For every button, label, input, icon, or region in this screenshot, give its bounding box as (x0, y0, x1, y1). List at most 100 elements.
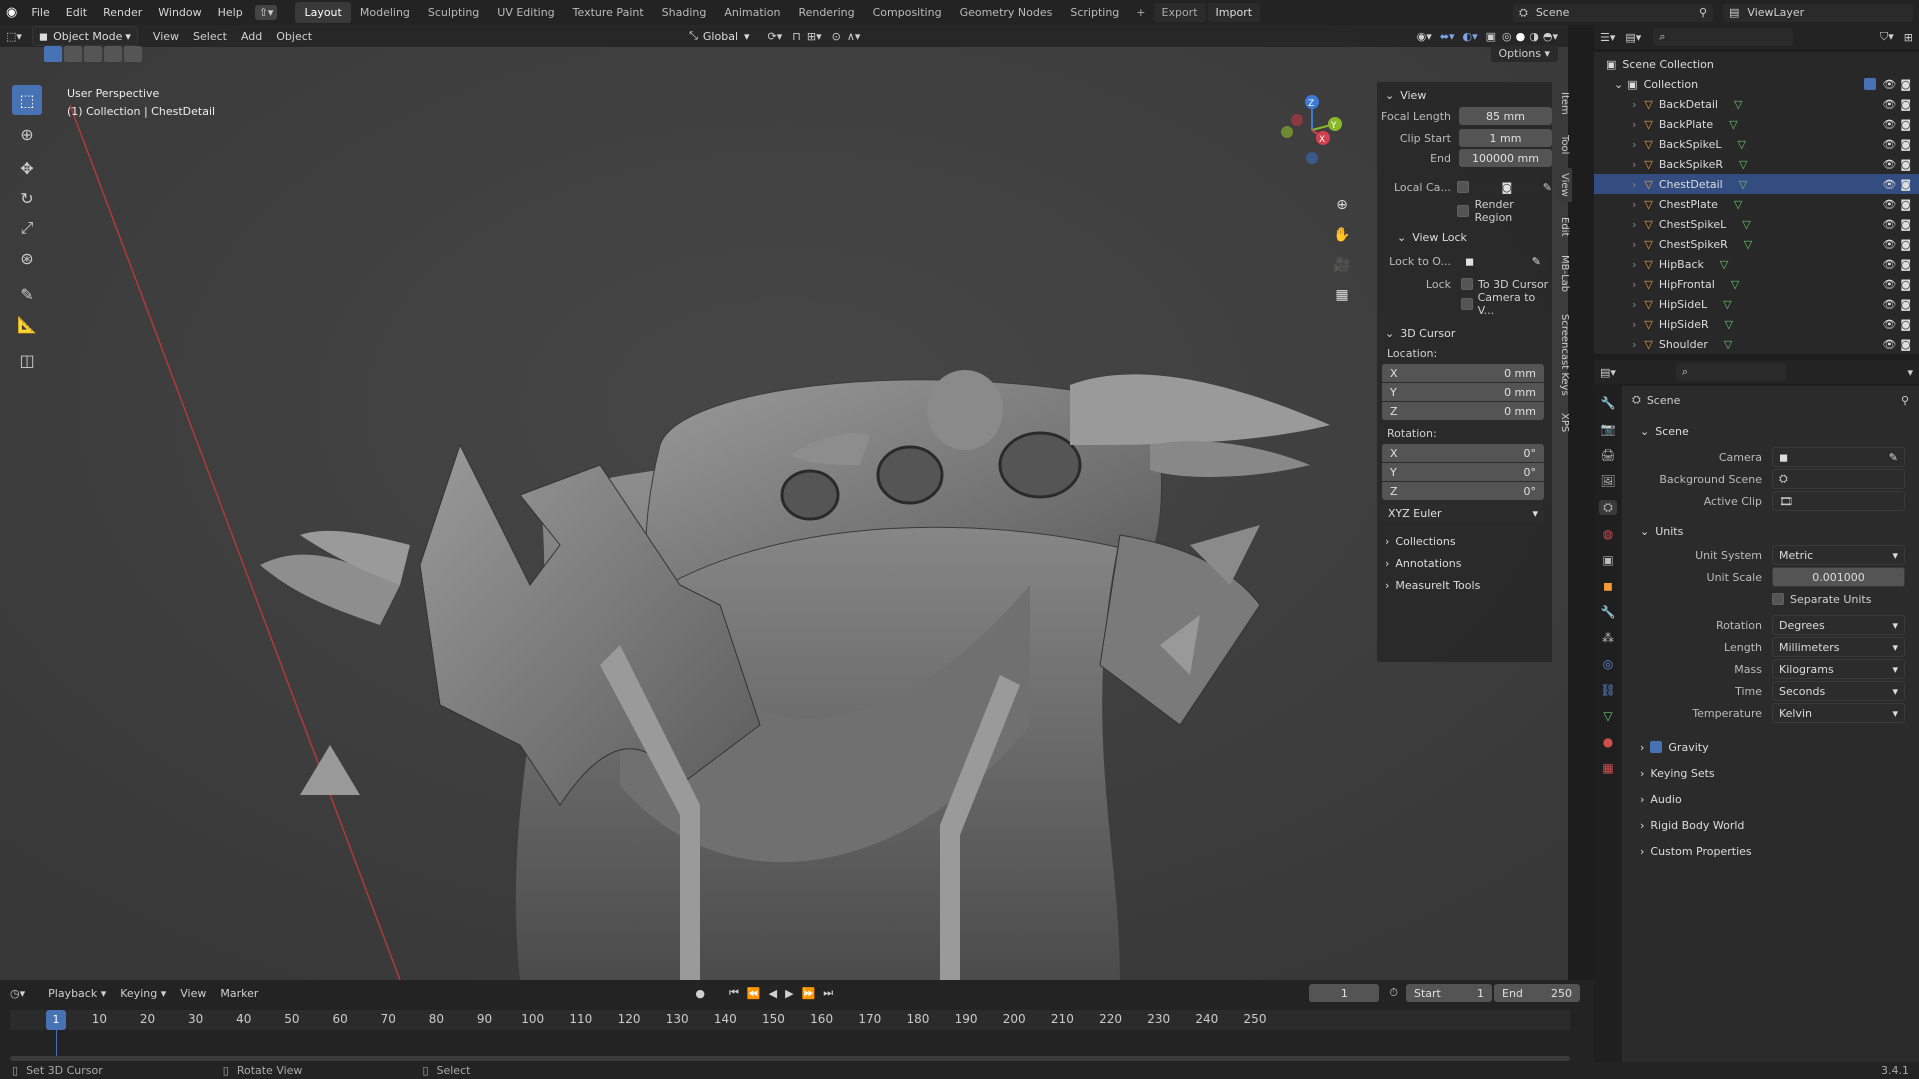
eye-icon[interactable]: 👁 (1882, 178, 1896, 191)
tab-screencast-keys[interactable]: Screencast Keys (1557, 310, 1572, 400)
cursor-icon[interactable]: ⊕ (12, 119, 42, 149)
eye-icon[interactable]: 👁 (1882, 318, 1896, 331)
viewlayer-selector[interactable]: ▤ ViewLayer (1723, 3, 1913, 22)
world-tab-icon[interactable]: ◍ (1603, 527, 1613, 541)
collections-section[interactable]: › Collections (1377, 530, 1552, 552)
menu-window[interactable]: Window (150, 6, 209, 19)
collection-row[interactable]: ⌄ ▣ Collection 👁 ◙ (1594, 74, 1919, 94)
shading-solid-icon[interactable]: ● (1516, 30, 1526, 43)
shading-wireframe-icon[interactable]: ◎ (1502, 30, 1512, 43)
eye-icon[interactable]: 👁 (1882, 198, 1896, 211)
length-select[interactable]: Millimeters ▾ (1772, 637, 1905, 657)
keying-menu[interactable]: Keying ▾ (113, 987, 173, 1000)
tab-animation[interactable]: Animation (715, 2, 789, 23)
play-icon[interactable]: ▶ (785, 987, 793, 1000)
camera-icon[interactable]: ◙ (1900, 238, 1911, 251)
camera-icon[interactable]: ◙ (1900, 258, 1911, 271)
measureit-section[interactable]: › MeasureIt Tools (1377, 574, 1552, 596)
eye-icon[interactable]: 👁 (1882, 98, 1896, 111)
output-tab-icon[interactable]: 🖨 (1600, 448, 1615, 462)
end-frame-field[interactable]: End 250 (1494, 984, 1580, 1002)
scale-icon[interactable]: ⤢ (12, 213, 42, 243)
local-camera-checkbox[interactable] (1456, 181, 1469, 193)
temperature-select[interactable]: Kelvin ▾ (1772, 703, 1905, 723)
outliner-object-row[interactable]: › ▽ ChestDetail ▽ 👁 ◙ (1594, 174, 1919, 194)
texture-tab-icon[interactable]: ▦ (1602, 761, 1613, 775)
camera-icon[interactable]: ◙ (1900, 78, 1911, 91)
units-section-header[interactable]: ⌄ Units (1622, 518, 1919, 544)
tool-tab-icon[interactable]: 🔧 (1601, 396, 1616, 410)
add-workspace-icon[interactable]: + (1136, 6, 1145, 19)
background-scene-field[interactable]: ⛭ (1772, 469, 1905, 489)
navigation-gizmo[interactable]: Z Y X (1275, 90, 1345, 170)
cursor-rotation-x[interactable]: X 0° (1382, 444, 1544, 462)
eye-icon[interactable]: 👁 (1882, 238, 1896, 251)
tab-mb-lab[interactable]: MB-Lab (1557, 252, 1572, 296)
outliner-object-row[interactable]: › ▽ BackSpikeR ▽ 👁 ◙ (1594, 154, 1919, 174)
annotate-icon[interactable]: ✎ (12, 279, 42, 309)
outliner-object-row[interactable]: › ▽ ChestSpikeL ▽ 👁 ◙ (1594, 214, 1919, 234)
lock-object-field[interactable]: ◼ ✎ (1459, 252, 1547, 270)
camera-to-view-checkbox[interactable] (1461, 298, 1473, 310)
tab-sculpting[interactable]: Sculpting (419, 2, 488, 23)
gravity-checkbox[interactable] (1650, 741, 1663, 753)
snap-icon[interactable]: ⊓ (792, 30, 801, 43)
menu-help[interactable]: Help (210, 6, 251, 19)
gizmo-toggle-icon[interactable]: ⬌▾ (1440, 30, 1455, 43)
cursor-location-y[interactable]: Y0 mm (1382, 383, 1544, 401)
focal-length-field[interactable]: 85 mm (1459, 107, 1552, 125)
annotations-section[interactable]: › Annotations (1377, 552, 1552, 574)
eye-icon[interactable]: 👁 (1882, 338, 1896, 351)
display-mode-icon[interactable]: ▤▾ (1625, 31, 1641, 44)
camera-icon[interactable]: ◙ (1900, 298, 1911, 311)
outliner-object-row[interactable]: › ▽ ChestPlate ▽ 👁 ◙ (1594, 194, 1919, 214)
pivot-icon[interactable]: ⟳▾ (768, 30, 783, 43)
eye-icon[interactable]: 👁 (1882, 278, 1896, 291)
tab-view[interactable]: View (1557, 168, 1572, 202)
timeline-editor-icon[interactable]: ◷▾ (10, 987, 25, 1000)
jump-start-icon[interactable]: ⏮ (729, 986, 739, 1000)
keying-sets-section[interactable]: › Keying Sets (1622, 760, 1919, 786)
orientation-selector[interactable]: ⤡ Global ▾ (689, 29, 749, 43)
viewlayer-tab-icon[interactable]: 🖼 (1600, 474, 1615, 488)
constraints-tab-icon[interactable]: ⛓ (1600, 683, 1615, 697)
tab-rendering[interactable]: Rendering (789, 2, 863, 23)
eye-icon[interactable]: 👁 (1882, 158, 1896, 171)
eye-icon[interactable]: 👁 (1882, 78, 1896, 91)
tab-geometry-nodes[interactable]: Geometry Nodes (951, 2, 1062, 23)
outliner-object-row[interactable]: › ▽ HipSideR ▽ 👁 ◙ (1594, 314, 1919, 334)
xray-icon[interactable]: ▣ (1486, 30, 1496, 43)
camera-icon[interactable]: ◙ (1900, 178, 1911, 191)
frame-ruler[interactable]: 1102030405060708090100110120130140150160… (10, 1010, 1570, 1030)
tab-layout[interactable]: Layout (295, 2, 351, 23)
eye-icon[interactable]: 👁 (1882, 298, 1896, 311)
cursor-rotation-y[interactable]: Y 0° (1382, 463, 1544, 481)
record-icon[interactable]: ● (695, 987, 705, 1000)
camera-view-icon[interactable]: 🎥 (1330, 250, 1354, 280)
transform-icon[interactable]: ⊛ (12, 243, 42, 273)
camera-icon[interactable]: ◙ (1900, 98, 1911, 111)
falloff-icon[interactable]: ∧▾ (847, 30, 861, 43)
lock-eyedropper-icon[interactable]: ✎ (1532, 255, 1541, 268)
scene-section-header[interactable]: ⌄ Scene (1622, 418, 1919, 444)
camera-icon[interactable]: ◙ (1900, 338, 1911, 351)
object-menu[interactable]: Object (269, 30, 319, 43)
tab-edit[interactable]: Edit (1557, 210, 1572, 244)
timeline-scrollbar[interactable] (10, 1056, 1570, 1061)
rigid-body-world-section[interactable]: › Rigid Body World (1622, 812, 1919, 838)
camera-eyedropper-icon[interactable]: ✎ (1889, 451, 1898, 464)
properties-search-input[interactable]: ⌕ (1675, 363, 1786, 381)
measure-icon[interactable]: 📐 (12, 309, 42, 339)
properties-editor-icon[interactable]: ▤▾ (1600, 366, 1616, 379)
audio-section[interactable]: › Audio (1622, 786, 1919, 812)
select-intersect-icon[interactable] (124, 46, 142, 62)
camera-icon[interactable]: ◙ (1900, 158, 1911, 171)
view-lock-header[interactable]: ⌄ View Lock (1377, 226, 1552, 248)
mode-selector[interactable]: ◼ Object Mode ▾ (31, 26, 138, 46)
select-extend-icon[interactable] (64, 46, 82, 62)
modifier-tab-icon[interactable]: 🔧 (1601, 605, 1616, 619)
rotation-units-select[interactable]: Degrees ▾ (1772, 615, 1905, 635)
cursor-location-z[interactable]: Z0 mm (1382, 402, 1544, 420)
eye-icon[interactable]: 👁 (1882, 118, 1896, 131)
current-frame-field[interactable]: 1 (1309, 984, 1380, 1002)
